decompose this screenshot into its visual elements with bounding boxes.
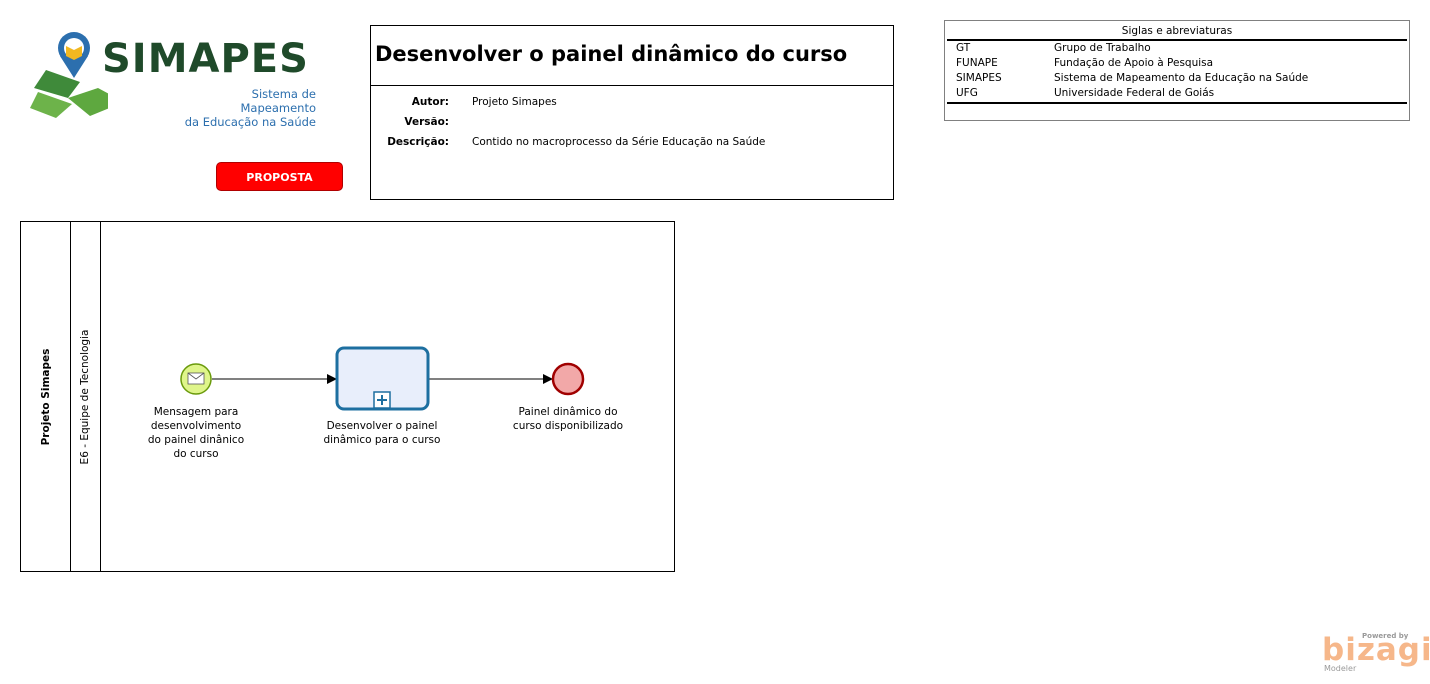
end-event[interactable]	[551, 362, 585, 396]
end-event-label: Painel dinâmico do curso disponibilizado	[512, 406, 624, 432]
subprocess-label: Desenvolver o painel dinâmico para o cur…	[323, 420, 441, 446]
subprocess-task[interactable]	[335, 346, 430, 411]
start-event-label: Mensagem para desenvolvimento do painel …	[147, 406, 245, 460]
process-diagram	[180, 346, 585, 411]
bizagi-logo: bizagi	[1322, 632, 1430, 668]
message-start-event[interactable]	[180, 363, 212, 395]
modeler-text: Modeler	[1324, 664, 1357, 673]
